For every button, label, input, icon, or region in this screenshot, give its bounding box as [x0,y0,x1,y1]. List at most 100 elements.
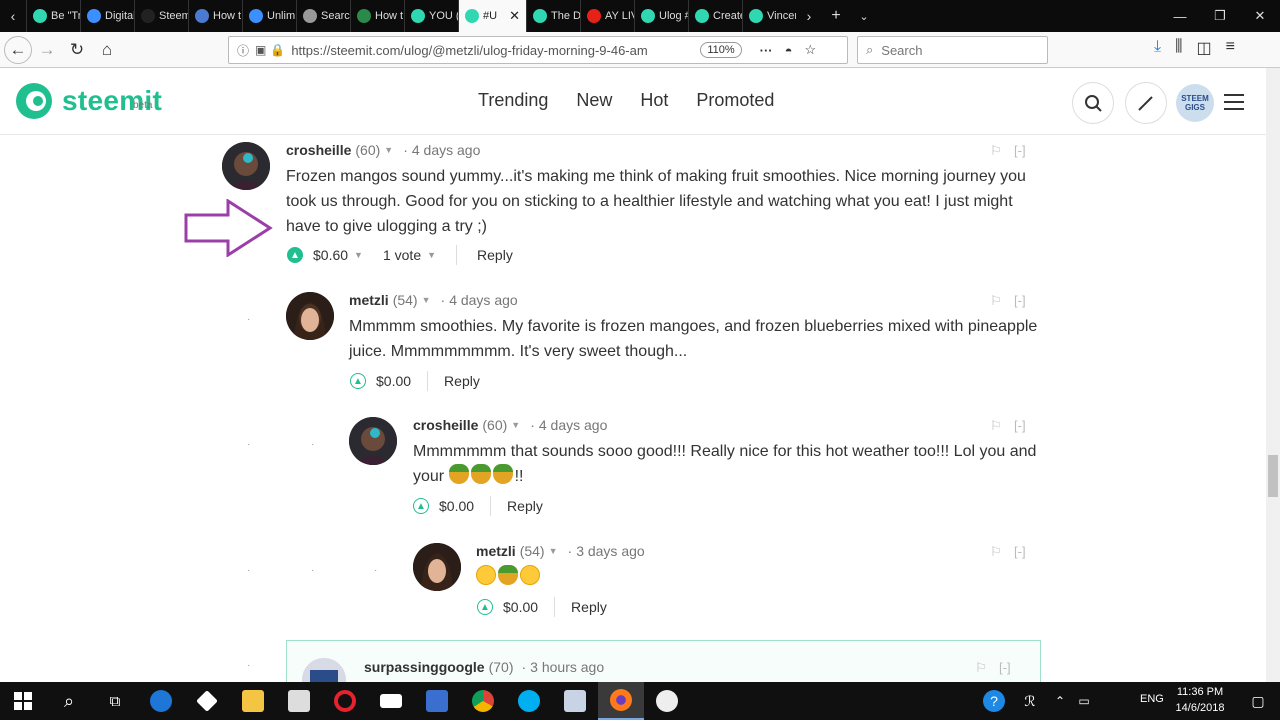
document-app-icon[interactable] [552,682,598,720]
flag-icon[interactable]: ⚐ [990,544,1002,560]
collapse-button[interactable]: [-] [1014,143,1026,158]
mail-icon[interactable] [368,682,414,720]
library-icon[interactable]: ⫼ [1175,38,1182,58]
browser-tab[interactable]: YOU ( [404,0,458,32]
hamburger-menu-icon[interactable] [1224,94,1244,110]
chevron-down-icon[interactable]: ▼ [427,250,436,260]
collapse-button[interactable]: [-] [1014,293,1026,308]
avatar[interactable] [349,417,397,465]
people-icon[interactable]: ℛ [1012,682,1048,720]
zoom-level[interactable]: 110% [700,42,742,58]
scrollbar-thumb[interactable] [1268,455,1278,497]
browser-tab[interactable]: How t [350,0,404,32]
nav-new[interactable]: New [576,90,612,111]
browser-tab[interactable]: Search [296,0,350,32]
chevron-down-icon[interactable]: ▼ [384,145,393,155]
reply-button[interactable]: Reply [444,373,480,389]
avatar[interactable] [286,292,334,340]
vote-count[interactable]: 1 vote [383,247,421,263]
pocket-icon[interactable]: ◓ [785,43,793,58]
flag-icon[interactable]: ⚐ [975,660,987,676]
permissions-icon[interactable]: ▣ [255,43,266,57]
browser-tab[interactable]: Unlim [242,0,296,32]
browser-tab[interactable]: Ulog # [634,0,688,32]
tab-scroll-left-icon[interactable]: ‹ [0,0,26,32]
tray-chevron-icon[interactable]: ⌃ [1048,682,1072,720]
browser-tab[interactable]: AY LIV [580,0,634,32]
opera-icon[interactable] [322,682,368,720]
page-scrollbar[interactable] [1266,68,1280,682]
back-button[interactable]: ← [4,35,32,64]
input-language[interactable]: ENG [1140,693,1164,705]
page-actions-icon[interactable]: ··· [760,43,773,58]
browser-tab[interactable]: Vincer [742,0,796,32]
comment-time[interactable]: 4 days ago [539,417,608,433]
flag-icon[interactable]: ⚐ [990,143,1002,159]
flag-icon[interactable]: ⚐ [990,293,1002,309]
chevron-down-icon[interactable]: ▼ [422,295,431,305]
collapse-button[interactable]: [-] [999,660,1011,675]
chevron-down-icon[interactable]: ▼ [511,420,520,430]
avatar[interactable] [222,142,270,190]
battery-icon[interactable]: ▭ [1072,682,1096,720]
close-window-icon[interactable]: ✕ [1240,0,1280,32]
browser-tab[interactable]: Create [688,0,742,32]
payout-value[interactable]: $0.00 [503,599,538,615]
tab-list-chevron-icon[interactable]: ⌄ [850,0,878,32]
dropbox-icon[interactable] [184,682,230,720]
minimize-window-icon[interactable]: — [1160,0,1200,32]
comment-author[interactable]: crosheille [286,142,351,158]
search-icon[interactable]: ⌕ [46,682,92,720]
comment-author[interactable]: crosheille [413,417,478,433]
close-tab-icon[interactable]: ✕ [509,8,520,24]
nav-promoted[interactable]: Promoted [696,90,774,111]
reload-button[interactable]: ↻ [62,35,92,65]
file-explorer-icon[interactable] [230,682,276,720]
new-tab-button[interactable]: + [822,0,850,32]
upvote-icon[interactable]: ▲ [477,599,493,615]
reply-button[interactable]: Reply [571,599,607,615]
comment-author[interactable]: surpassinggoogle [364,659,485,675]
url-text[interactable]: https://steemit.com/ulog/@metzli/ulog-fr… [291,43,676,58]
help-icon[interactable]: ? [976,682,1012,720]
notifications-icon[interactable]: ▢ [1236,682,1280,720]
chrome-icon[interactable] [460,682,506,720]
browser-tab[interactable]: Digital [80,0,134,32]
payout-value[interactable]: $0.00 [376,373,411,389]
forward-button[interactable]: → [32,35,62,65]
tab-scroll-right-icon[interactable]: › [796,0,822,32]
create-post-button[interactable] [1125,82,1167,124]
menu-icon[interactable]: ≡ [1226,38,1235,58]
windows-start-icon[interactable] [0,682,46,720]
payout-value[interactable]: $0.00 [439,498,474,514]
home-button[interactable]: ⌂ [92,35,122,65]
edge-icon[interactable] [138,682,184,720]
chevron-down-icon[interactable]: ▼ [549,546,558,556]
skype-icon[interactable] [506,682,552,720]
address-bar[interactable]: ⓘ ▣ 🔒 https://steemit.com/ulog/@metzli/u… [228,36,848,64]
collapse-button[interactable]: [-] [1014,544,1026,559]
upvote-icon[interactable]: ▲ [287,247,303,263]
upvote-icon[interactable]: ▲ [350,373,366,389]
browser-tab[interactable]: #U ✕ [458,0,526,32]
comment-author[interactable]: metzli [349,292,389,308]
firefox-icon[interactable] [598,682,644,720]
user-avatar[interactable]: STEEM GIGS [1176,84,1214,122]
payout-value[interactable]: $0.60 [313,247,348,263]
sidebar-icon[interactable]: ◫ [1196,38,1211,58]
nav-trending[interactable]: Trending [478,90,548,111]
comment-author[interactable]: metzli [476,543,516,559]
reply-button[interactable]: Reply [477,247,513,263]
avatar[interactable] [413,543,461,591]
comment-time[interactable]: 4 days ago [412,142,481,158]
comment-time[interactable]: 4 days ago [449,292,518,308]
restore-window-icon[interactable]: ❐ [1200,0,1240,32]
reply-button[interactable]: Reply [507,498,543,514]
store-icon[interactable] [276,682,322,720]
bookmark-star-icon[interactable]: ☆ [805,42,817,58]
site-search-button[interactable] [1072,82,1114,124]
search-input[interactable]: ⌕ Search [857,36,1048,64]
network-app-icon[interactable] [414,682,460,720]
chevron-down-icon[interactable]: ▼ [354,250,363,260]
info-icon[interactable]: ⓘ [237,42,249,59]
